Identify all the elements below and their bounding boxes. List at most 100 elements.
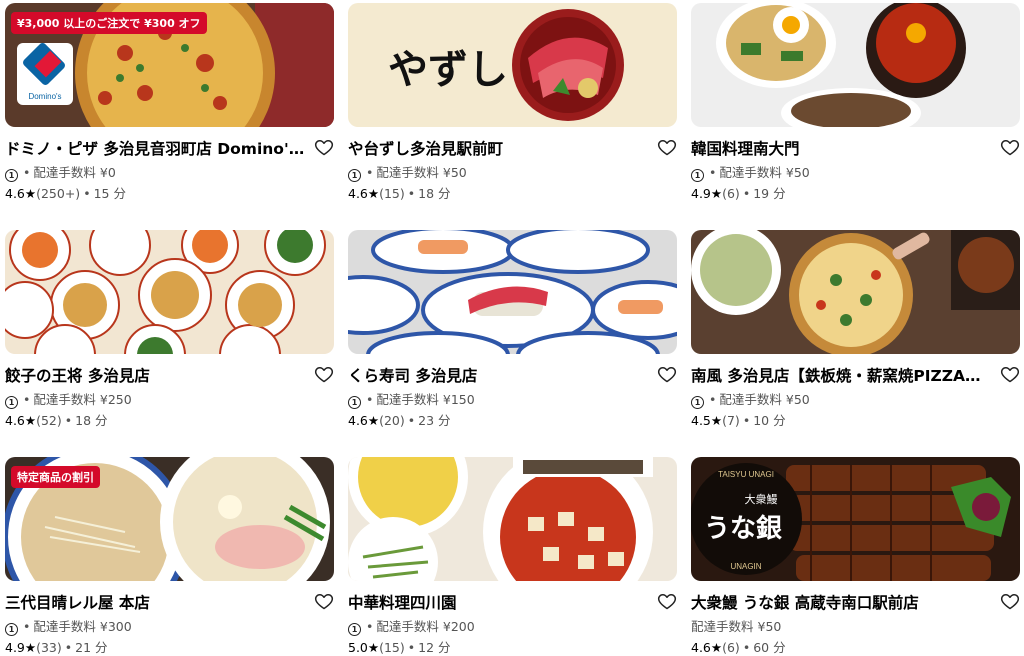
restaurant-meta: 4.6★(52) • 18 分 <box>5 413 108 428</box>
delivery-time: 12 分 <box>418 640 451 655</box>
heart-icon[interactable] <box>314 364 334 384</box>
delivery-fee: 1 • 配達手数料 ¥50 <box>348 162 467 182</box>
coin-icon: 1 <box>5 396 18 409</box>
delivery-fee: 1 • 配達手数料 ¥50 <box>691 389 810 409</box>
restaurant-meta: 4.6★(20) • 23 分 <box>348 413 451 428</box>
restaurant-name[interactable]: 南風 多治見店【鉄板焼・薪窯焼PIZZA・… <box>691 364 991 386</box>
logo-sub-text: 大衆鰻 <box>745 492 778 506</box>
restaurant-name[interactable]: 三代目晴レル屋 本店 <box>5 591 305 613</box>
fee-label: 配達手数料 <box>376 165 439 180</box>
restaurant-meta: 4.9★(33) • 21 分 <box>5 640 108 655</box>
delivery-fee: 1 • 配達手数料 ¥0 <box>5 162 116 182</box>
restaurant-card[interactable]: くら寿司 多治見店 1 • 配達手数料 ¥150 4.6★(20) • 23 分 <box>348 230 677 428</box>
heart-icon[interactable] <box>657 364 677 384</box>
rating: 4.6★ <box>5 413 37 428</box>
restaurant-name[interactable]: 大衆鰻 うな銀 高蔵寺南口駅前店 <box>691 591 991 613</box>
review-count: (7) <box>722 413 740 428</box>
delivery-time: 18 分 <box>418 186 451 201</box>
logo-bottom-text: UNAGIN <box>730 562 761 571</box>
heart-icon[interactable] <box>1000 591 1020 611</box>
delivery-time: 21 分 <box>75 640 108 655</box>
restaurant-meta: 4.6★(6) • 60 分 <box>691 640 786 655</box>
restaurant-name[interactable]: ドミノ・ピザ 多治見音羽町店 Domino's Pizza <box>5 137 305 159</box>
restaurant-image[interactable]: 特定商品の割引 <box>5 457 334 581</box>
delivery-fee: 配達手数料 ¥50 <box>691 616 781 635</box>
restaurant-card[interactable]: 餃子の王将 多治見店 1 • 配達手数料 ¥250 4.6★(52) • 18 分 <box>5 230 334 428</box>
fee-value: ¥0 <box>99 165 116 180</box>
review-count: (20) <box>379 413 405 428</box>
restaurant-name[interactable]: 中華料理四川園 <box>348 591 648 613</box>
restaurant-card[interactable]: 韓国料理南大門 1 • 配達手数料 ¥50 4.9★(6) • 19 分 <box>691 3 1020 201</box>
brand-logo-text: うな銀 <box>704 514 782 544</box>
restaurant-image[interactable]: TAISYU UNAGI 大衆鰻 うな銀 UNAGIN <box>691 457 1020 581</box>
restaurant-image[interactable] <box>691 3 1020 127</box>
restaurant-card[interactable]: 特定商品の割引 三代目晴レル屋 本店 1 • 配達手数料 ¥300 4.9★(33)… <box>5 457 334 655</box>
restaurant-image[interactable] <box>691 230 1020 354</box>
delivery-fee: 1 • 配達手数料 ¥150 <box>348 389 475 409</box>
fee-value: ¥250 <box>99 392 132 407</box>
rating: 4.9★ <box>5 640 37 655</box>
restaurant-image[interactable]: Domino's ¥3,000 以上のご注文で ¥300 オフ <box>5 3 334 127</box>
restaurant-name[interactable]: 韓国料理南大門 <box>691 137 991 159</box>
heart-icon[interactable] <box>1000 364 1020 384</box>
fee-value: ¥150 <box>442 392 475 407</box>
review-count: (6) <box>722 640 740 655</box>
restaurant-image[interactable] <box>348 230 677 354</box>
delivery-fee: 1 • 配達手数料 ¥250 <box>5 389 132 409</box>
restaurant-card[interactable]: TAISYU UNAGI 大衆鰻 うな銀 UNAGIN 大衆鰻 うな銀 高蔵寺南口駅前… <box>691 457 1020 655</box>
restaurant-name[interactable]: や台ずし多治見駅前町 <box>348 137 648 159</box>
delivery-time: 19 分 <box>753 186 786 201</box>
restaurant-name[interactable]: 餃子の王将 多治見店 <box>5 364 305 386</box>
fee-value: ¥200 <box>442 619 475 634</box>
restaurant-image[interactable] <box>348 457 677 581</box>
rating: 5.0★ <box>348 640 380 655</box>
fee-label: 配達手数料 <box>33 619 96 634</box>
promo-badge: 特定商品の割引 <box>11 466 100 488</box>
fee-value: ¥50 <box>442 165 467 180</box>
fee-label: 配達手数料 <box>691 619 754 634</box>
delivery-fee: 1 • 配達手数料 ¥200 <box>348 616 475 636</box>
restaurant-card[interactable]: 南風 多治見店【鉄板焼・薪窯焼PIZZA・… 1 • 配達手数料 ¥50 4.5★(… <box>691 230 1020 428</box>
restaurant-card[interactable]: 中華料理四川園 1 • 配達手数料 ¥200 5.0★(15) • 12 分 <box>348 457 677 655</box>
heart-icon[interactable] <box>657 137 677 157</box>
fee-value: ¥50 <box>785 392 810 407</box>
restaurant-card[interactable]: Domino's ¥3,000 以上のご注文で ¥300 オフ ドミノ・ピザ 多治… <box>5 3 334 201</box>
rating: 4.6★ <box>348 413 380 428</box>
rating: 4.9★ <box>691 186 723 201</box>
restaurant-meta: 4.5★(7) • 10 分 <box>691 413 786 428</box>
rating: 4.6★ <box>348 186 380 201</box>
fee-label: 配達手数料 <box>376 619 439 634</box>
coin-icon: 1 <box>5 169 18 182</box>
restaurant-meta: 4.6★(15) • 18 分 <box>348 186 451 201</box>
fee-value: ¥300 <box>99 619 132 634</box>
review-count: (250+) <box>36 186 81 201</box>
fee-label: 配達手数料 <box>33 392 96 407</box>
rating: 4.5★ <box>691 413 723 428</box>
delivery-time: 23 分 <box>418 413 451 428</box>
heart-icon[interactable] <box>657 591 677 611</box>
delivery-fee: 1 • 配達手数料 ¥300 <box>5 616 132 636</box>
fee-value: ¥50 <box>785 165 810 180</box>
review-count: (6) <box>722 186 740 201</box>
restaurant-meta: 4.6★(250+) • 15 分 <box>5 186 126 201</box>
restaurant-name[interactable]: くら寿司 多治見店 <box>348 364 648 386</box>
delivery-time: 10 分 <box>753 413 786 428</box>
fee-label: 配達手数料 <box>33 165 96 180</box>
restaurant-meta: 4.9★(6) • 19 分 <box>691 186 786 201</box>
restaurant-image[interactable] <box>5 230 334 354</box>
heart-icon[interactable] <box>314 591 334 611</box>
promo-badge: ¥3,000 以上のご注文で ¥300 オフ <box>11 12 207 34</box>
delivery-time: 60 分 <box>753 640 786 655</box>
coin-icon: 1 <box>691 169 704 182</box>
restaurant-card[interactable]: やずし や台ずし多治見駅前町 1 • 配達手数料 ¥50 4.6★(15) • 18 分 <box>348 3 677 201</box>
restaurant-image[interactable]: やずし <box>348 3 677 127</box>
review-count: (15) <box>379 640 405 655</box>
restaurant-meta: 5.0★(15) • 12 分 <box>348 640 451 655</box>
heart-icon[interactable] <box>1000 137 1020 157</box>
fee-label: 配達手数料 <box>719 165 782 180</box>
delivery-fee: 1 • 配達手数料 ¥50 <box>691 162 810 182</box>
rating: 4.6★ <box>5 186 37 201</box>
heart-icon[interactable] <box>314 137 334 157</box>
coin-icon: 1 <box>348 396 361 409</box>
fee-label: 配達手数料 <box>719 392 782 407</box>
